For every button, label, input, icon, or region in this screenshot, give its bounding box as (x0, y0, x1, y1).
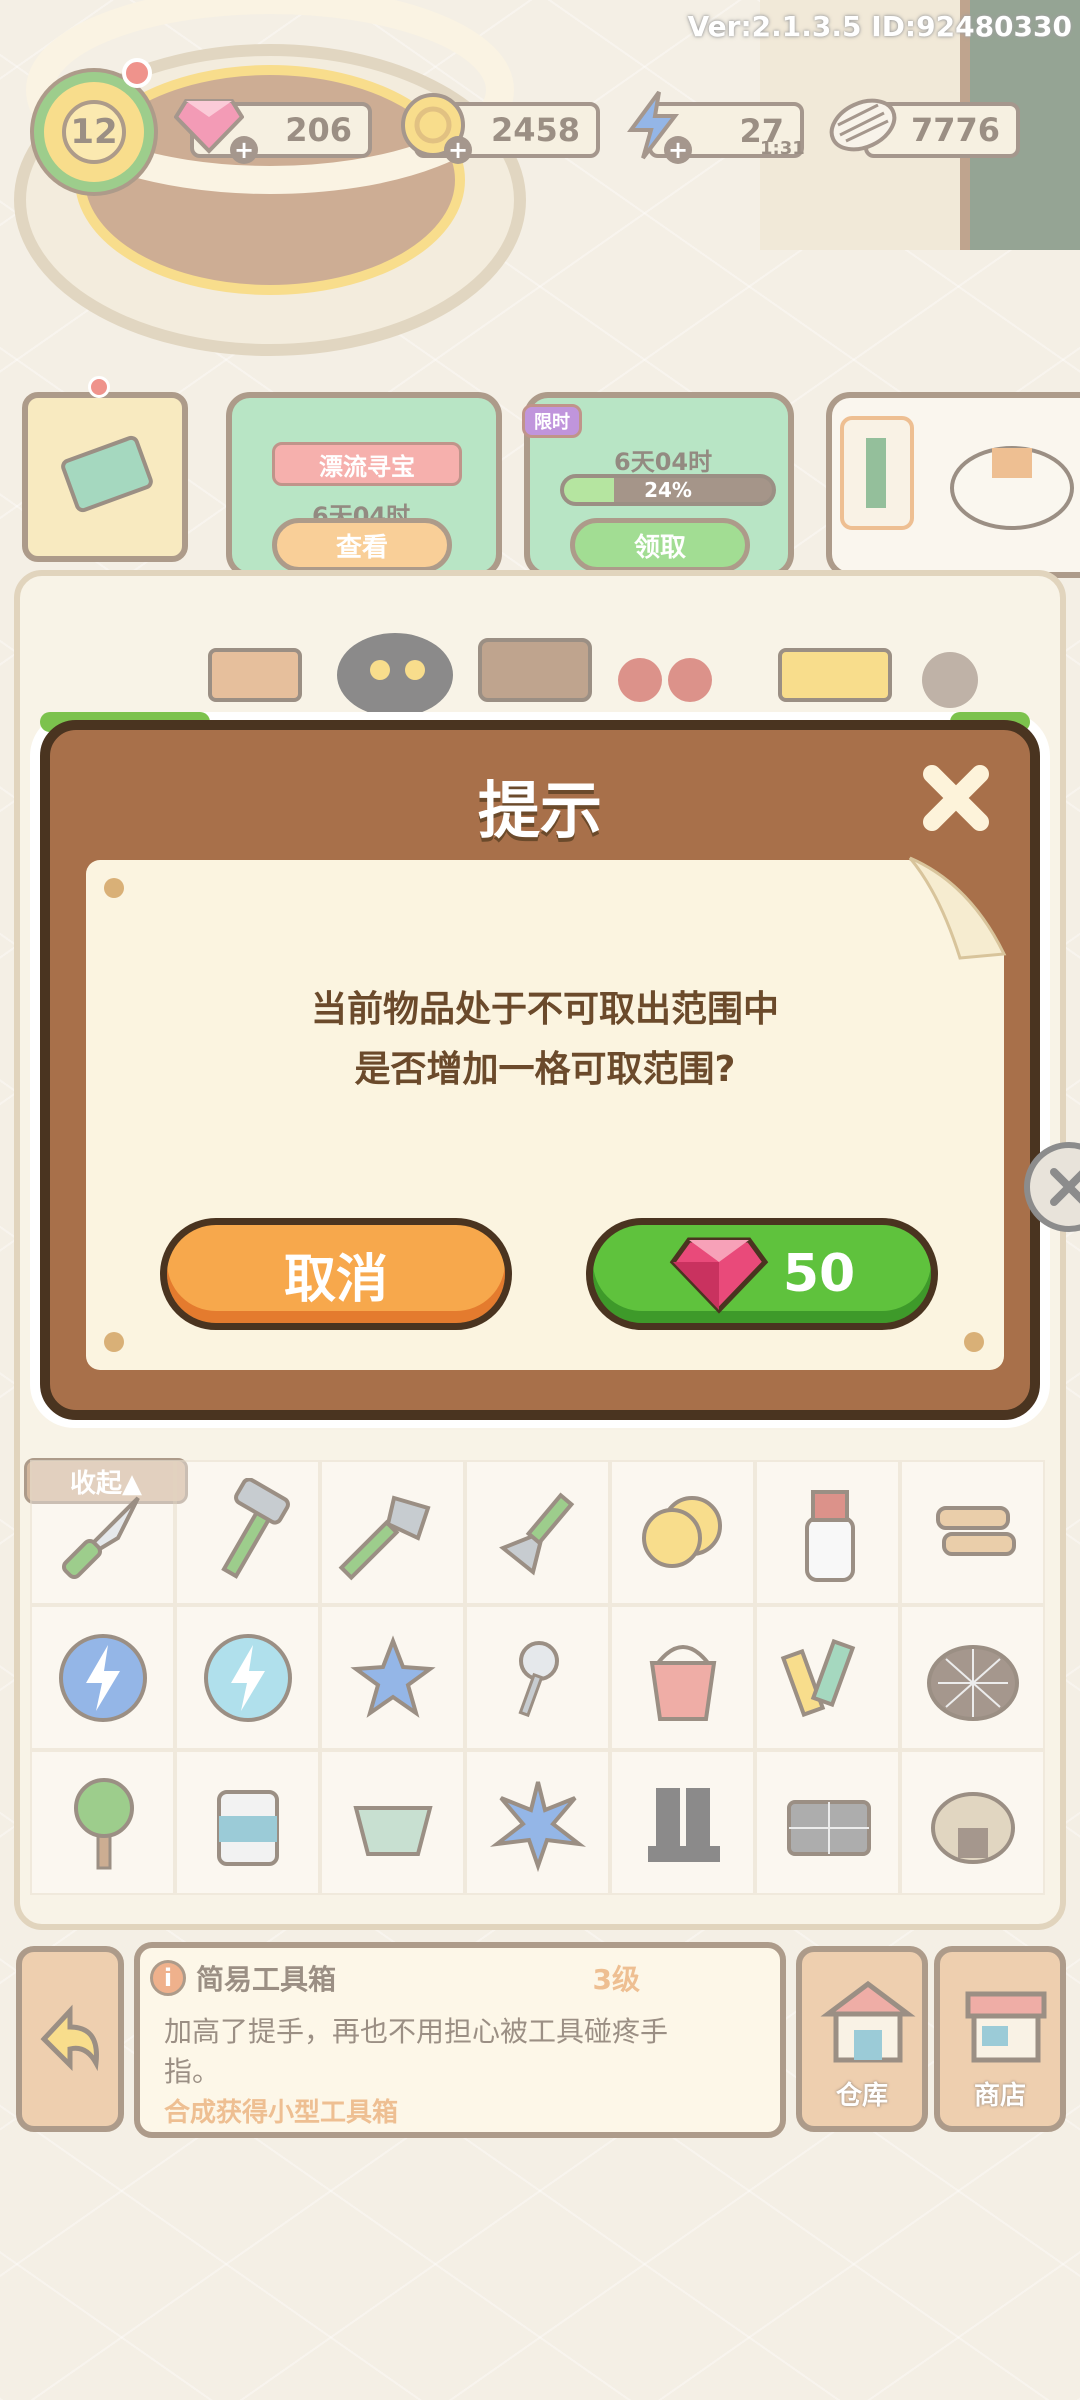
pin (964, 1332, 984, 1352)
dialog-paper: 当前物品处于不可取出范围中 是否增加一格可取范围? 取消 50 (86, 854, 1010, 1370)
dialog-message: 当前物品处于不可取出范围中 是否增加一格可取范围? (86, 980, 1004, 1100)
gem-icon (669, 1237, 769, 1314)
game-scene: Ver:2.1.3.5 ID:92480330 12 206 + 2458 + … (0, 0, 1080, 2400)
pin (104, 1332, 124, 1352)
close-button[interactable] (916, 758, 996, 838)
dialog-title: 提示 (477, 774, 602, 847)
pin (104, 878, 124, 898)
hint-dialog: 提示 当前物品处于不可取出范围中 是否增加一格可取范围? 取消 50 (40, 720, 1040, 1420)
message-line-1: 当前物品处于不可取出范围中 (310, 989, 779, 1030)
close-icon (923, 765, 989, 831)
buy-with-gems-button[interactable]: 50 (586, 1218, 938, 1330)
message-line-2: 是否增加一格可取范围? (354, 1049, 736, 1090)
gem-price: 50 (782, 1244, 856, 1304)
cancel-button[interactable]: 取消 (160, 1218, 512, 1330)
paper-fold (900, 854, 1010, 964)
